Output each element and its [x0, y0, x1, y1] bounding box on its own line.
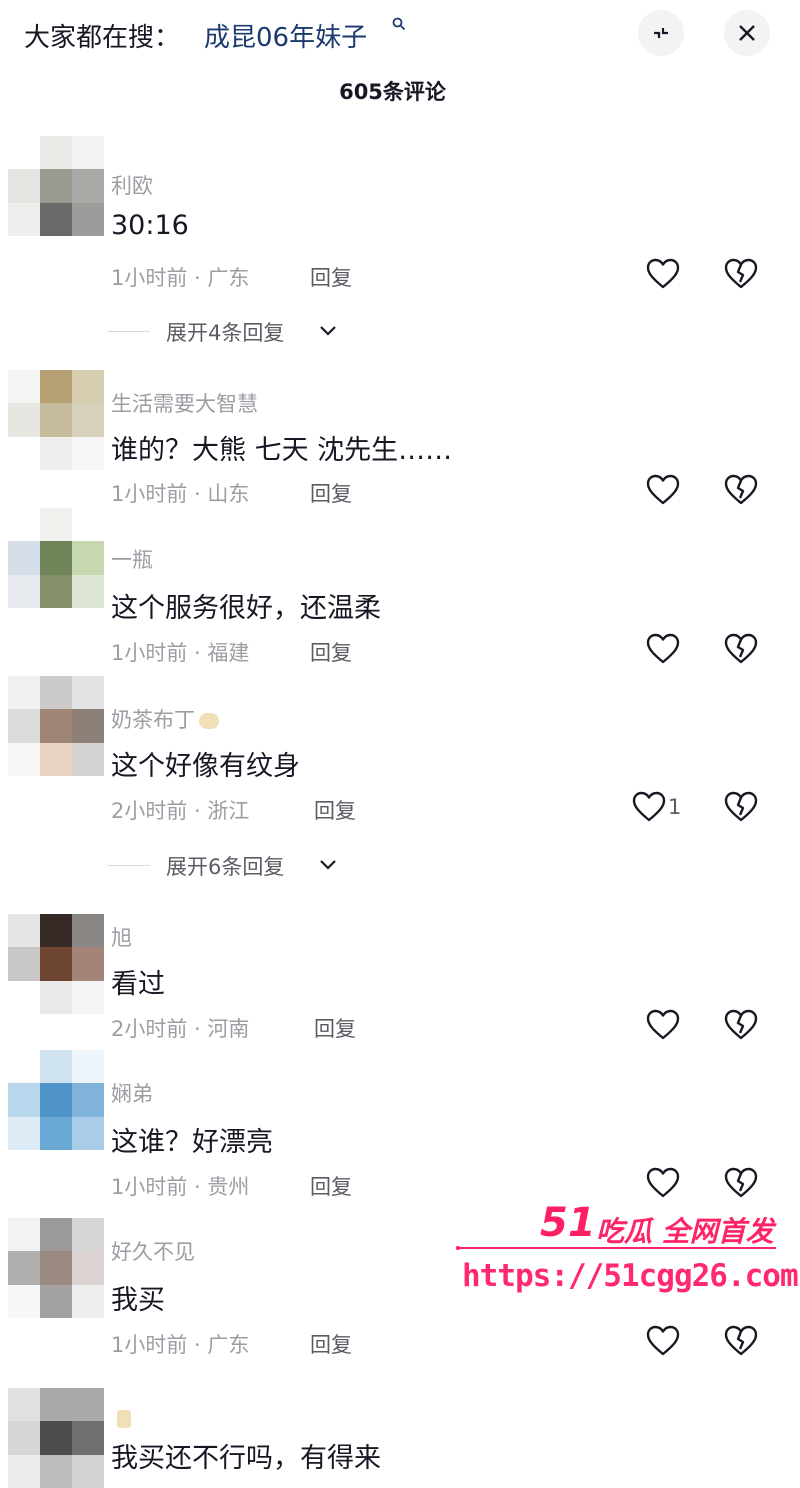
- avatar[interactable]: [8, 1218, 104, 1318]
- dislike-broken-heart-icon[interactable]: [724, 633, 758, 665]
- emoji-badge-icon: [199, 713, 219, 729]
- comment-meta: 1小时前 · 广东: [111, 266, 250, 290]
- avatar[interactable]: [8, 508, 104, 608]
- reply-button[interactable]: 回复: [310, 262, 352, 292]
- avatar[interactable]: [8, 370, 104, 470]
- trending-search-label: 大家都在搜：: [24, 23, 181, 53]
- divider: [108, 865, 150, 866]
- comment-text: 谁的？大熊 七天 沈先生……: [111, 435, 453, 466]
- dislike-broken-heart-icon[interactable]: [724, 474, 758, 506]
- comment-count: 605条评论: [339, 80, 446, 104]
- comment-text: 看过: [111, 969, 165, 1000]
- emoji-badge-icon: [117, 1410, 131, 1428]
- reply-button[interactable]: 回复: [310, 1329, 352, 1359]
- comment-username[interactable]: 利欧: [111, 170, 153, 200]
- comment-username[interactable]: 旭: [111, 922, 132, 952]
- chevron-down-icon: [320, 326, 336, 336]
- dislike-broken-heart-icon[interactable]: [724, 1167, 758, 1199]
- like-heart-icon[interactable]: [646, 258, 680, 290]
- comment-meta: 1小时前 · 广东: [111, 1333, 250, 1357]
- expand-replies-button[interactable]: 展开6条回复: [108, 848, 368, 882]
- like-heart-icon[interactable]: [646, 1325, 680, 1357]
- comment-text: 我买: [111, 1285, 165, 1316]
- expand-replies-button[interactable]: 展开4条回复: [108, 314, 368, 348]
- reply-button[interactable]: 回复: [310, 1171, 352, 1201]
- collapse-icon: [654, 28, 668, 38]
- avatar[interactable]: [8, 676, 104, 776]
- expand-replies-label: 展开6条回复: [166, 855, 285, 879]
- close-button[interactable]: [724, 10, 770, 56]
- watermark-number: 51: [540, 1200, 596, 1246]
- comment-meta: 1小时前 · 福建: [111, 641, 250, 665]
- watermark-circuit-line: [456, 1246, 776, 1250]
- trending-search-term[interactable]: 成昆06年妹子: [204, 17, 367, 54]
- expand-replies-label: 展开4条回复: [166, 321, 285, 345]
- avatar[interactable]: [8, 1388, 104, 1488]
- dislike-broken-heart-icon[interactable]: [724, 1009, 758, 1041]
- reply-button[interactable]: 回复: [310, 637, 352, 667]
- like-heart-icon[interactable]: [646, 474, 680, 506]
- avatar[interactable]: [8, 136, 104, 236]
- like-heart-icon[interactable]: [646, 633, 680, 665]
- reply-button[interactable]: 回复: [314, 795, 356, 825]
- like-count: 1: [668, 795, 682, 819]
- comment-username[interactable]: 一瓶: [111, 544, 153, 574]
- comment-text: 我买还不行吗，有得来: [111, 1443, 381, 1474]
- comment-username[interactable]: 娴弟: [111, 1078, 153, 1108]
- chevron-down-icon: [320, 860, 336, 870]
- comment-text: 30:16: [111, 210, 189, 241]
- avatar[interactable]: [8, 1050, 104, 1150]
- like-heart-icon[interactable]: [646, 1009, 680, 1041]
- close-icon: [739, 25, 755, 41]
- reply-button[interactable]: 回复: [314, 1013, 356, 1043]
- comment-text: 这谁？好漂亮: [111, 1127, 273, 1158]
- comment-text: 这个服务很好，还温柔: [111, 593, 381, 624]
- comment-username[interactable]: 奶茶布丁: [111, 704, 219, 734]
- comment-username[interactable]: 生活需要大智慧: [111, 388, 258, 418]
- comment-meta: 2小时前 · 浙江: [111, 799, 250, 823]
- like-heart-icon[interactable]: [632, 791, 666, 823]
- comment-username[interactable]: 好久不见: [111, 1236, 195, 1266]
- top-bar: 大家都在搜： 成昆06年妹子: [0, 0, 800, 70]
- dislike-broken-heart-icon[interactable]: [724, 1325, 758, 1357]
- divider: [108, 331, 150, 332]
- comment-meta: 2小时前 · 河南: [111, 1017, 250, 1041]
- comment-text: 这个好像有纹身: [111, 751, 300, 782]
- like-heart-icon[interactable]: [646, 1167, 680, 1199]
- watermark-url: https://51cgg26.com: [462, 1258, 799, 1294]
- comment-meta: 1小时前 · 贵州: [111, 1175, 250, 1199]
- avatar[interactable]: [8, 914, 104, 1014]
- comment-username[interactable]: [111, 1406, 131, 1430]
- dislike-broken-heart-icon[interactable]: [724, 258, 758, 290]
- watermark-title: 吃瓜 全网首发: [596, 1215, 774, 1248]
- reply-button[interactable]: 回复: [310, 478, 352, 508]
- search-icon[interactable]: [392, 16, 406, 35]
- dislike-broken-heart-icon[interactable]: [724, 791, 758, 823]
- collapse-button[interactable]: [638, 10, 684, 56]
- comment-meta: 1小时前 · 山东: [111, 482, 250, 506]
- watermark: 51 吃瓜 全网首发 https://51cgg26.com: [456, 1200, 799, 1296]
